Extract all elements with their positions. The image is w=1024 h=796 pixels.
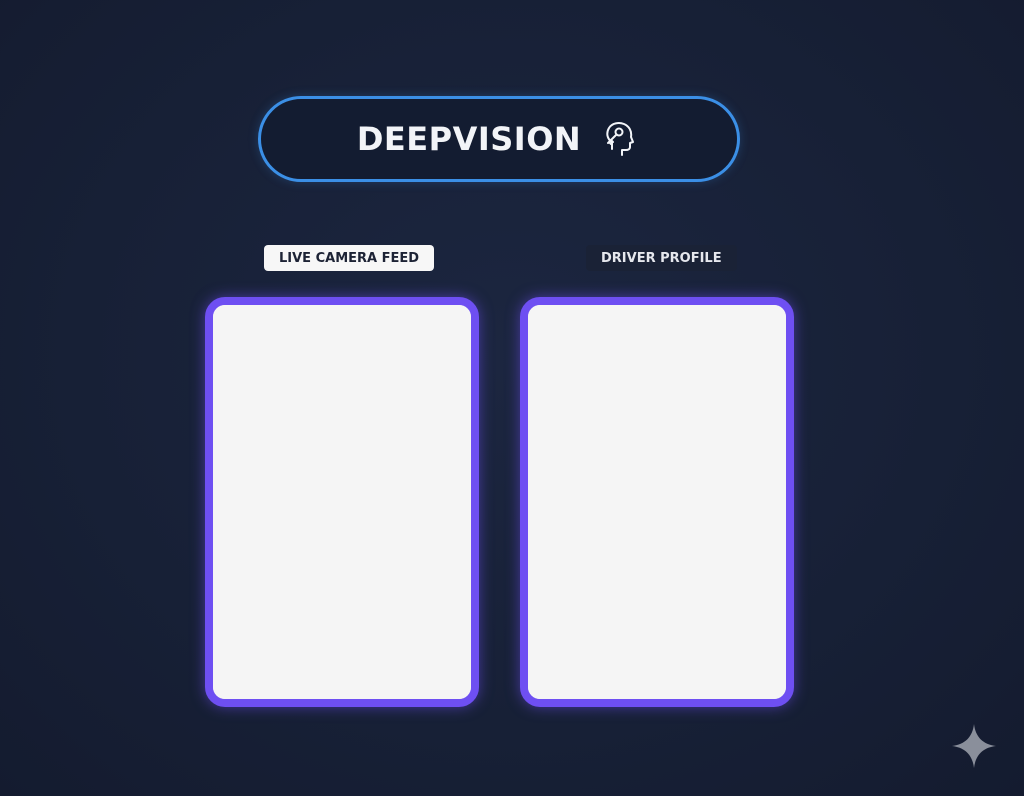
camera-feed-view (213, 305, 471, 699)
app-title-banner: DEEPVISION (258, 96, 740, 182)
head-key-icon (606, 122, 635, 156)
driver-profile-label: DRIVER PROFILE (586, 245, 737, 271)
driver-profile-panel (520, 297, 794, 707)
driver-profile-view (528, 305, 786, 699)
sparkle-icon (952, 724, 996, 768)
live-camera-feed-label: LIVE CAMERA FEED (264, 245, 435, 271)
live-camera-feed-panel (205, 297, 479, 707)
app-title: DEEPVISION (356, 120, 582, 158)
app-root: DEEPVISION LIVE CAMERA FEED DRIVER PROFI… (0, 0, 1024, 796)
